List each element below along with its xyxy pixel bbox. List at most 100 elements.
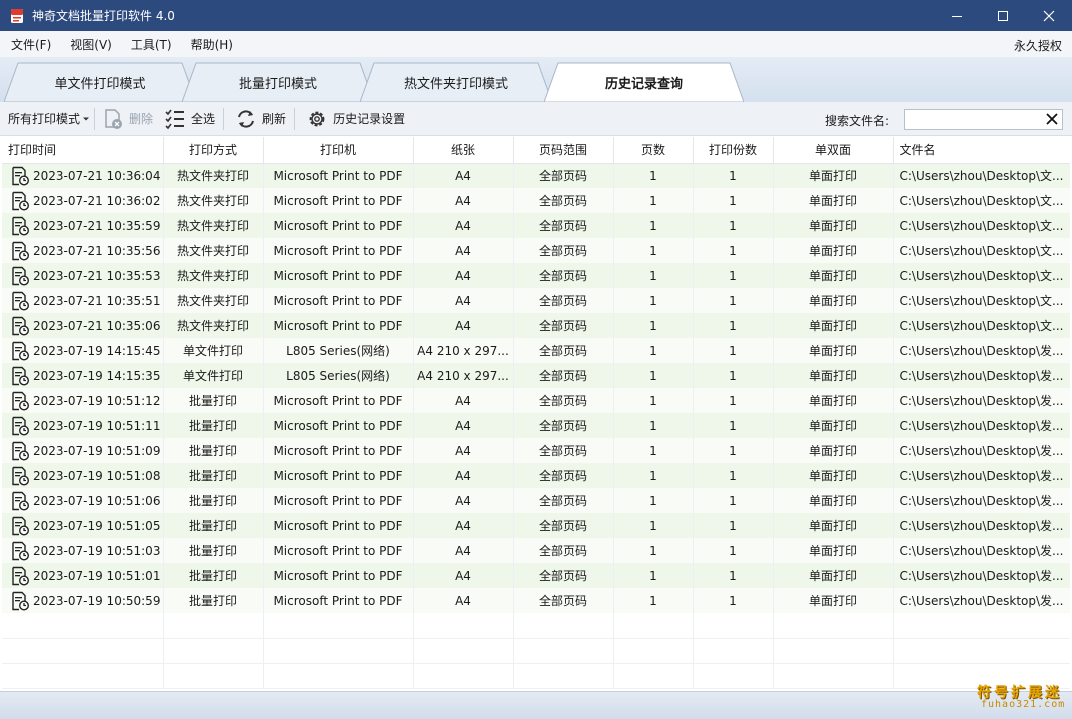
table-row[interactable]: 2023-07-21 10:35:51 热文件夹打印 Microsoft Print…	[2, 288, 1070, 313]
toolbar-separator	[294, 107, 296, 130]
table-row[interactable]: 2023-07-19 10:51:01 批量打印 Microsoft Print t…	[2, 563, 1070, 588]
table-row[interactable]: 2023-07-21 10:35:59 热文件夹打印 Microsoft Print…	[2, 213, 1070, 238]
table-row[interactable]: 2023-07-19 10:51:11 批量打印 Microsoft Print t…	[2, 413, 1070, 438]
cell-duplex: 单面打印	[773, 563, 894, 588]
mode-filter-dropdown[interactable]: 所有打印模式	[0, 102, 90, 136]
cell-file-name: C:\Users\zhou\Desktop\发...	[893, 338, 1070, 363]
print-time-text: 2023-07-19 10:51:01	[33, 568, 161, 583]
print-time-text: 2023-07-19 10:51:09	[33, 443, 161, 458]
cell-paper: A4 210 x 297...	[413, 338, 514, 363]
column-header-file-name[interactable]: 文件名	[893, 137, 1070, 164]
cell-copies: 1	[693, 388, 774, 413]
minimize-button[interactable]	[934, 0, 980, 31]
cell-duplex: 单面打印	[773, 588, 894, 613]
column-header-print-time[interactable]: 打印时间	[2, 137, 164, 164]
table-row[interactable]: 2023-07-21 10:35:56 热文件夹打印 Microsoft Print…	[2, 238, 1070, 263]
cell-print-time: 2023-07-19 10:51:05	[2, 513, 164, 538]
print-record-icon	[12, 541, 30, 561]
table-row[interactable]: 2023-07-21 10:35:53 热文件夹打印 Microsoft Print…	[2, 263, 1070, 288]
table-row[interactable]: 2023-07-19 10:50:59 批量打印 Microsoft Print t…	[2, 588, 1070, 613]
cell-page-count: 1	[613, 213, 694, 238]
cell-file-name: C:\Users\zhou\Desktop\文...	[893, 163, 1070, 188]
time-cell-wrapper: 2023-07-19 10:51:01	[2, 566, 162, 586]
menu-bar: 文件(F) 视图(V) 工具(T) 帮助(H) 永久授权	[0, 31, 1072, 57]
empty-cell	[773, 663, 894, 689]
cell-print-method: 批量打印	[163, 488, 264, 513]
cell-duplex: 单面打印	[773, 413, 894, 438]
cell-page-range: 全部页码	[513, 263, 614, 288]
cell-copies: 1	[693, 513, 774, 538]
cell-print-time: 2023-07-19 14:15:35	[2, 363, 164, 388]
table-row[interactable]: 2023-07-19 10:51:09 批量打印 Microsoft Print t…	[2, 438, 1070, 463]
table-row[interactable]: 2023-07-19 14:15:45 单文件打印 L805 Series(网络) A…	[2, 338, 1070, 363]
cell-page-range: 全部页码	[513, 363, 614, 388]
search-input[interactable]	[904, 109, 1063, 130]
column-header-print-method[interactable]: 打印方式	[163, 137, 264, 164]
maximize-button[interactable]	[980, 0, 1026, 31]
table-row[interactable]: 2023-07-21 10:35:06 热文件夹打印 Microsoft Print…	[2, 313, 1070, 338]
print-time-text: 2023-07-19 10:51:11	[33, 418, 161, 433]
table-row[interactable]: 2023-07-19 10:51:12 批量打印 Microsoft Print t…	[2, 388, 1070, 413]
table-row[interactable]: 2023-07-19 10:51:08 批量打印 Microsoft Print t…	[2, 463, 1070, 488]
close-icon	[1043, 10, 1055, 21]
cell-printer: Microsoft Print to PDF	[263, 463, 414, 488]
table-row[interactable]: 2023-07-21 10:36:04 热文件夹打印 Microsoft Print…	[2, 163, 1070, 188]
cell-print-time: 2023-07-19 10:51:08	[2, 463, 164, 488]
column-header-copies[interactable]: 打印份数	[693, 137, 774, 164]
table-body: 2023-07-21 10:36:04 热文件夹打印 Microsoft Print…	[2, 163, 1070, 689]
cell-printer: Microsoft Print to PDF	[263, 388, 414, 413]
cell-print-time: 2023-07-21 10:35:51	[2, 288, 164, 313]
menu-tools[interactable]: 工具(T)	[120, 36, 180, 53]
tab-history[interactable]: 历史记录查询	[544, 62, 744, 102]
cell-copies: 1	[693, 588, 774, 613]
print-time-text: 2023-07-19 10:51:03	[33, 543, 161, 558]
table-row[interactable]: 2023-07-19 10:51:05 批量打印 Microsoft Print t…	[2, 513, 1070, 538]
menu-file[interactable]: 文件(F)	[0, 36, 59, 53]
maximize-icon	[998, 10, 1008, 21]
tab-hot-folder[interactable]: 热文件夹打印模式	[360, 62, 552, 102]
column-header-printer[interactable]: 打印机	[263, 137, 414, 164]
cell-duplex: 单面打印	[773, 363, 894, 388]
empty-cell	[773, 638, 894, 664]
cell-paper: A4	[413, 513, 514, 538]
clear-search-icon[interactable]	[1045, 112, 1059, 126]
empty-cell	[413, 613, 514, 639]
print-record-icon	[12, 341, 30, 361]
select-all-button[interactable]: 全选	[153, 102, 215, 136]
time-cell-wrapper: 2023-07-19 10:51:12	[2, 391, 162, 411]
cell-copies: 1	[693, 263, 774, 288]
table-row[interactable]: 2023-07-19 10:51:06 批量打印 Microsoft Print t…	[2, 488, 1070, 513]
cell-page-count: 1	[613, 588, 694, 613]
column-header-page-range[interactable]: 页码范围	[513, 137, 614, 164]
delete-button[interactable]: 删除	[99, 102, 153, 136]
time-cell-wrapper: 2023-07-19 10:51:05	[2, 516, 162, 536]
cell-file-name: C:\Users\zhou\Desktop\发...	[893, 388, 1070, 413]
tab-batch[interactable]: 批量打印模式	[182, 62, 374, 102]
cell-paper: A4	[413, 238, 514, 263]
empty-cell	[613, 663, 694, 689]
column-header-paper[interactable]: 纸张	[413, 137, 514, 164]
menu-help[interactable]: 帮助(H)	[180, 36, 241, 53]
refresh-button[interactable]: 刷新	[228, 102, 286, 136]
column-header-duplex[interactable]: 单双面	[773, 137, 894, 164]
table-row[interactable]: 2023-07-21 10:36:02 热文件夹打印 Microsoft Print…	[2, 188, 1070, 213]
cell-duplex: 单面打印	[773, 388, 894, 413]
cell-paper: A4	[413, 188, 514, 213]
print-time-text: 2023-07-19 10:51:06	[33, 493, 161, 508]
history-settings-button[interactable]: 历史记录设置	[299, 102, 405, 136]
tab-label: 历史记录查询	[604, 76, 683, 92]
close-window-button[interactable]	[1026, 0, 1072, 31]
table-row[interactable]: 2023-07-19 10:51:03 批量打印 Microsoft Print t…	[2, 538, 1070, 563]
empty-row	[2, 663, 1070, 689]
tab-single-file[interactable]: 单文件打印模式	[4, 62, 196, 102]
menu-view[interactable]: 视图(V)	[59, 36, 120, 53]
table-row[interactable]: 2023-07-19 14:15:35 单文件打印 L805 Series(网络) A…	[2, 363, 1070, 388]
cell-duplex: 单面打印	[773, 513, 894, 538]
empty-cell	[613, 638, 694, 664]
column-header-page-count[interactable]: 页数	[613, 137, 694, 164]
cell-copies: 1	[693, 438, 774, 463]
cell-copies: 1	[693, 238, 774, 263]
print-record-icon	[12, 241, 30, 261]
license-label[interactable]: 永久授权	[1014, 37, 1062, 54]
cell-page-range: 全部页码	[513, 488, 614, 513]
